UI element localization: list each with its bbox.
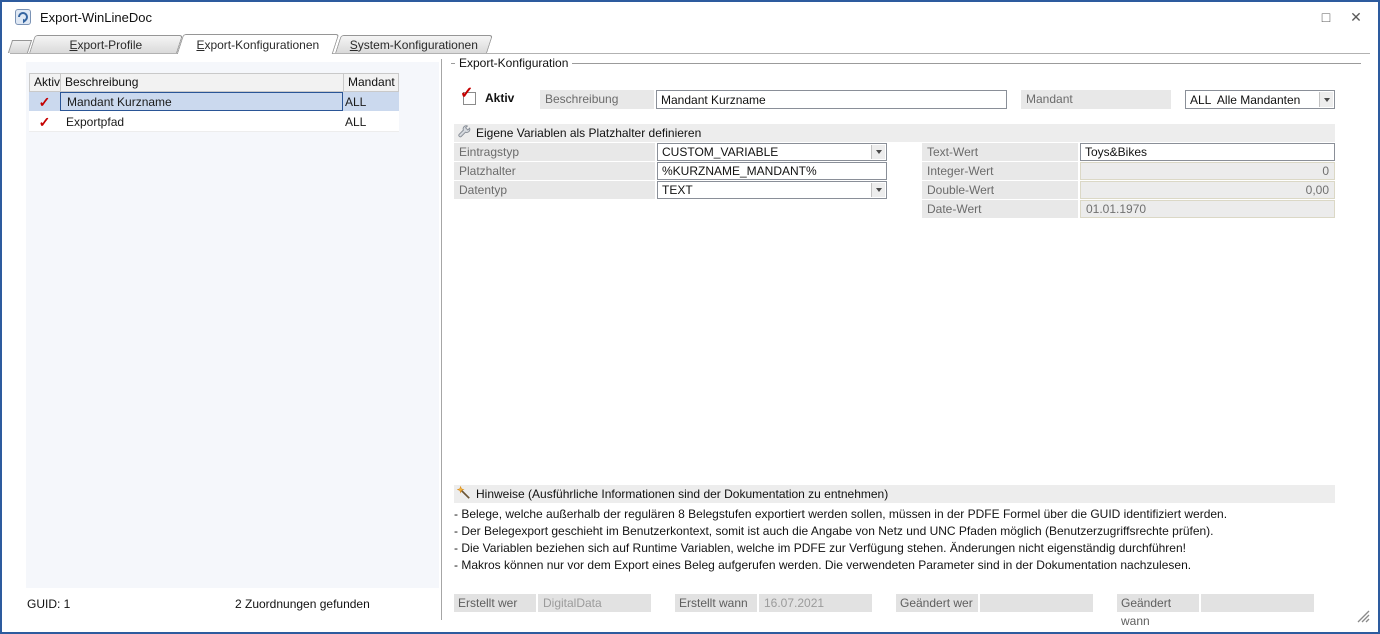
tab-label: System-Konfigurationen (339, 36, 489, 53)
table-header: Aktiv Beschreibung Mandant (29, 73, 399, 92)
datentyp-selected-value: TEXT (662, 182, 693, 198)
datentyp-label: Datentyp (454, 181, 655, 199)
cell-beschreibung[interactable]: Exportpfad (60, 112, 343, 131)
tab-label: Export-Profile (33, 36, 179, 53)
check-icon: ✓ (29, 112, 60, 131)
meta-label: Erstellt wer (454, 594, 536, 612)
wrench-icon (457, 125, 471, 142)
maximize-button[interactable]: □ (1314, 5, 1338, 29)
meta-value (1201, 594, 1314, 612)
eintragstyp-select[interactable]: CUSTOM_VARIABLE (657, 143, 887, 161)
meta-geaendert-wer: Geändert wer (896, 594, 1093, 612)
meta-label: Geändert wer (896, 594, 978, 612)
tab-system-konfigurationen[interactable]: System-Konfigurationen (335, 35, 493, 53)
variables-section-title: Eigene Variablen als Platzhalter definie… (476, 126, 701, 140)
column-header-aktiv[interactable]: Aktiv (30, 74, 61, 91)
table-row[interactable]: ✓ Exportpfad ALL (29, 112, 399, 132)
hinweis-line: - Der Belegexport geschieht im Benutzerk… (454, 524, 1214, 541)
magic-wand-icon (457, 486, 471, 503)
date-wert-field: 01.01.1970 (1080, 200, 1335, 218)
eintragstyp-label: Eintragstyp (454, 143, 655, 161)
groupbox-legend: Export-Konfiguration (455, 56, 572, 70)
cell-beschreibung[interactable]: Mandant Kurzname (60, 92, 343, 111)
window-title: Export-WinLineDoc (40, 10, 152, 25)
text-wert-input[interactable] (1080, 143, 1335, 161)
meta-erstellt-wann: Erstellt wann 16.07.2021 (675, 594, 872, 612)
tab-label: Export-Konfigurationen (181, 35, 335, 54)
table-row[interactable]: ✓ Mandant Kurzname ALL (29, 92, 399, 112)
export-winlinedoc-window: Export-WinLineDoc □ ✕ Export-Profile Exp… (0, 0, 1380, 634)
titlebar: Export-WinLineDoc □ ✕ (2, 2, 1378, 32)
check-icon: ✓ (460, 83, 473, 103)
platzhalter-input[interactable] (657, 162, 887, 180)
meta-erstellt-wer: Erstellt wer DigitalData (454, 594, 651, 612)
tab-export-profile[interactable]: Export-Profile (29, 35, 183, 53)
hinweis-line: - Belege, welche außerhalb der regulären… (454, 507, 1227, 524)
app-icon (14, 8, 32, 29)
audit-meta-row: Erstellt wer DigitalData Erstellt wann 1… (454, 594, 1335, 612)
date-wert-label: Date-Wert (922, 200, 1078, 218)
platzhalter-label: Platzhalter (454, 162, 655, 180)
close-button[interactable]: ✕ (1344, 5, 1368, 29)
groupbox-border (451, 63, 1361, 64)
cell-mandant[interactable]: ALL (343, 92, 397, 111)
configuration-list-panel (26, 62, 439, 588)
mandant-select[interactable]: ALL Alle Mandanten (1185, 90, 1335, 109)
mandant-selected-value: ALL Alle Mandanten (1190, 92, 1300, 108)
integer-wert-label: Integer-Wert (922, 162, 1078, 180)
guid-status: GUID: 1 (27, 597, 70, 611)
meta-geaendert-wann: Geändert wann (1117, 594, 1314, 612)
meta-value: 16.07.2021 (759, 594, 872, 612)
variables-section-header: Eigene Variablen als Platzhalter definie… (454, 124, 1335, 142)
double-wert-field: 0,00 (1080, 181, 1335, 199)
column-header-mandant[interactable]: Mandant (344, 74, 398, 91)
result-count-status: 2 Zuordnungen gefunden (235, 597, 370, 611)
chevron-down-icon[interactable] (871, 145, 885, 159)
hinweise-section-title: Hinweise (Ausführliche Informationen sin… (476, 487, 888, 501)
beschreibung-label: Beschreibung (540, 90, 654, 109)
text-wert-label: Text-Wert (922, 143, 1078, 161)
tab-export-konfigurationen[interactable]: Export-Konfigurationen (177, 34, 339, 54)
datentyp-select[interactable]: TEXT (657, 181, 887, 199)
integer-wert-field: 0 (1080, 162, 1335, 180)
panel-divider (441, 59, 442, 620)
chevron-down-icon[interactable] (871, 183, 885, 197)
check-icon: ✓ (29, 92, 60, 111)
hinweis-line: - Makros können nur vor dem Export eines… (454, 558, 1191, 575)
resize-grip[interactable] (1355, 608, 1370, 626)
meta-label: Geändert wann (1117, 594, 1199, 612)
eintragstyp-selected-value: CUSTOM_VARIABLE (662, 144, 778, 160)
meta-label: Erstellt wann (675, 594, 757, 612)
beschreibung-input[interactable] (656, 90, 1007, 109)
chevron-down-icon[interactable] (1319, 92, 1333, 107)
meta-value (980, 594, 1093, 612)
aktiv-label: Aktiv (485, 91, 514, 105)
double-wert-label: Double-Wert (922, 181, 1078, 199)
cell-mandant[interactable]: ALL (343, 112, 397, 131)
hinweis-line: - Die Variablen beziehen sich auf Runtim… (454, 541, 1186, 558)
tab-strip: Export-Profile Export-Konfigurationen Sy… (10, 34, 1370, 54)
hinweise-section-header: Hinweise (Ausführliche Informationen sin… (454, 485, 1335, 503)
column-header-beschreibung[interactable]: Beschreibung (61, 74, 344, 91)
mandant-label: Mandant (1021, 90, 1171, 109)
meta-value: DigitalData (538, 594, 651, 612)
configuration-table: Aktiv Beschreibung Mandant ✓ Mandant Kur… (29, 73, 399, 132)
